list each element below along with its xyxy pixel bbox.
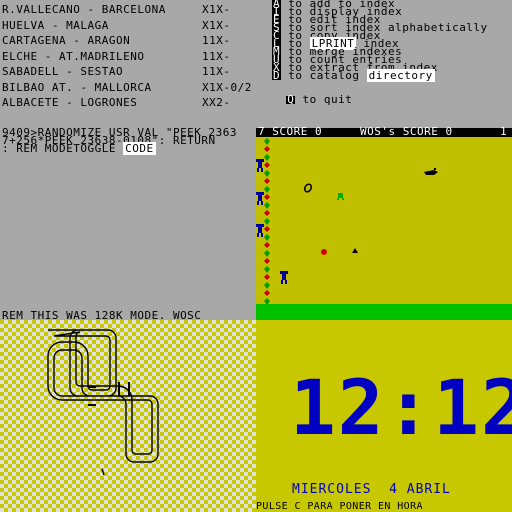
clock-time: 12:12 xyxy=(290,363,512,452)
ground-strip xyxy=(256,304,512,320)
match-teams: CARTAGENA - ARAGON xyxy=(2,34,131,47)
menu-item-label: to quit xyxy=(295,93,353,106)
match-teams: HUELVA - MALAGA xyxy=(2,18,109,32)
clock-date: MIERCOLES 4 ABRIL xyxy=(292,482,451,497)
match-row: ELCHE - AT.MADRILENO 11X- xyxy=(2,49,252,63)
enemy-man-sprites xyxy=(256,159,264,237)
basic-line-3: : REM MODETOGGLE CODE xyxy=(2,142,156,155)
match-teams: SABADELL - SESTAO xyxy=(2,65,124,78)
match-row: CARTAGENA - ARAGON 11X- xyxy=(2,34,252,47)
game-sprites xyxy=(256,138,438,304)
match-result: X1X- xyxy=(202,18,231,32)
match-row: R.VALLECANO - BARCELONA X1X- xyxy=(2,3,252,16)
rem-line: REM THIS WAS 128K MODE. WOSC xyxy=(2,309,202,322)
match-result: 11X- xyxy=(202,34,231,47)
match-result: 11X- xyxy=(202,49,231,63)
player-sprite xyxy=(280,271,288,284)
match-teams: R.VALLECANO - BARCELONA xyxy=(2,3,166,16)
menu-item-label: to catalog xyxy=(281,69,367,82)
bomb-sprite xyxy=(303,183,313,193)
rat-sprite xyxy=(424,168,438,175)
match-teams: BILBAO AT. - MALLORCA xyxy=(2,80,152,94)
heart-lane xyxy=(264,138,270,304)
apple-sprite xyxy=(321,249,327,255)
match-row: BILBAO AT. - MALLORCA X1X-0/2 xyxy=(2,80,252,94)
match-row: SABADELL - SESTAO 11X- xyxy=(2,65,252,78)
menu-item-d[interactable]: D to catalog directory xyxy=(272,69,435,82)
green-creature-sprite xyxy=(337,193,344,200)
corner-digit: 1 xyxy=(500,125,508,138)
match-result: X1X-0/2 xyxy=(202,80,252,94)
racetrack-map xyxy=(47,329,159,476)
marker-sprite xyxy=(352,248,358,253)
match-teams: ALBACETE - LOGRONES xyxy=(2,96,138,109)
match-result: X1X- xyxy=(202,3,231,16)
basic-rem-text: : REM MODETOGGLE xyxy=(2,142,124,155)
match-row: ALBACETE - LOGRONES XX2- xyxy=(2,96,252,109)
player-score: 7 SCORE 0 xyxy=(258,125,323,138)
basic-listing-panel xyxy=(0,128,256,320)
score-bar: 7 SCORE 0 WOS's SCORE 0 1 xyxy=(256,125,512,138)
clock-hint: PULSE C PARA PONER EN HORA xyxy=(256,501,423,512)
menu-key-d[interactable]: D xyxy=(272,70,282,81)
code-cursor-label[interactable]: CODE xyxy=(123,142,156,155)
match-teams: ELCHE - AT.MADRILENO xyxy=(2,49,145,63)
menu-item-highlight: directory xyxy=(366,69,435,82)
menu-key-q[interactable]: Q xyxy=(286,94,296,105)
menu-item-quit[interactable]: Q to quit xyxy=(272,88,352,105)
match-result: XX2- xyxy=(202,96,231,109)
match-row: HUELVA - MALAGA X1X- xyxy=(2,18,252,32)
hi-score: WOS's SCORE 0 xyxy=(360,125,453,138)
match-result: 11X- xyxy=(202,65,231,78)
